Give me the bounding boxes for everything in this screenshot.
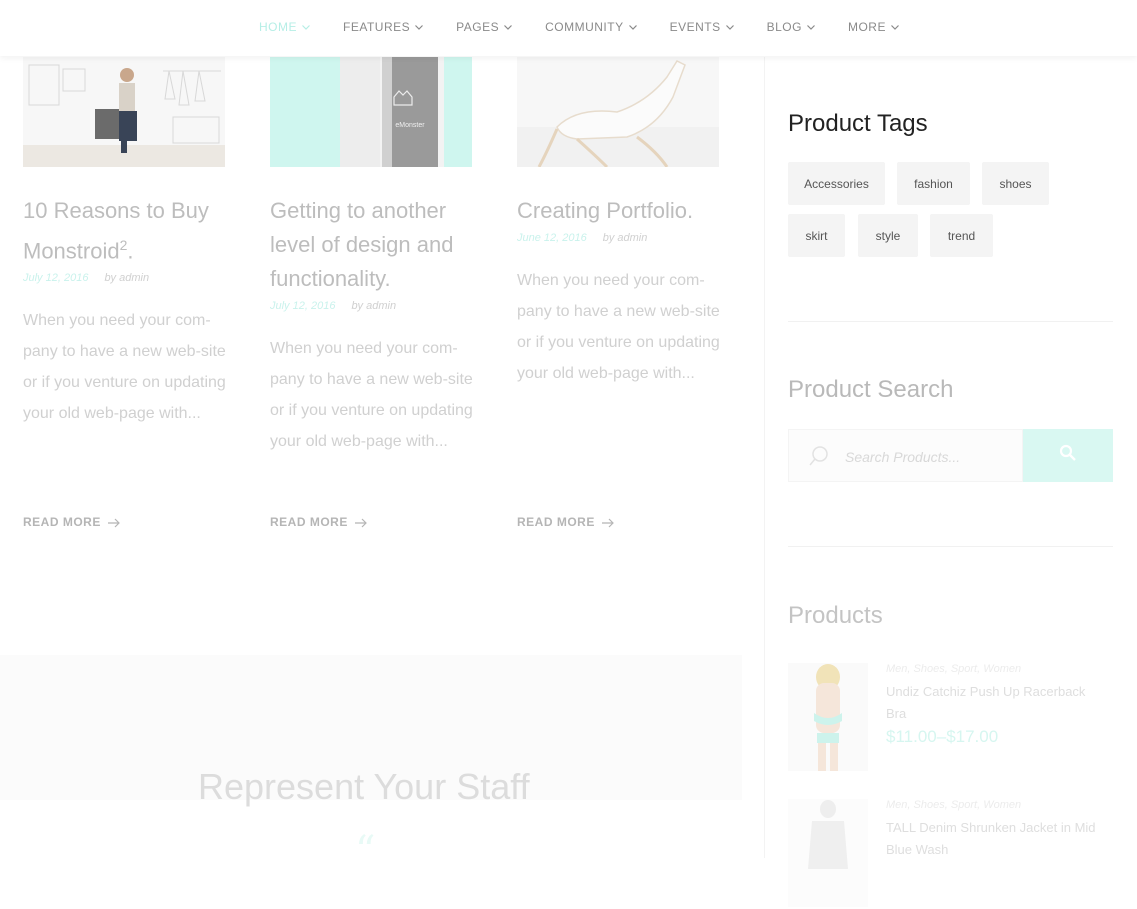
blog-post-card: eMonster Getting to another level of des… bbox=[270, 57, 475, 457]
sidebar-separator bbox=[788, 321, 1113, 322]
post-date[interactable]: June 12, 2016 bbox=[517, 232, 587, 244]
nav-label: BLOG bbox=[766, 20, 802, 34]
chevron-down-icon bbox=[628, 22, 638, 32]
nav-item-features[interactable]: FEATURES bbox=[343, 20, 424, 34]
search-icon bbox=[1059, 444, 1077, 467]
chevron-down-icon bbox=[890, 22, 900, 32]
chevron-down-icon bbox=[806, 22, 816, 32]
nav-label: FEATURES bbox=[343, 20, 411, 34]
search-input[interactable] bbox=[843, 444, 1017, 470]
sidebar-separator bbox=[788, 546, 1113, 547]
post-title[interactable]: Getting to another level of design and f… bbox=[270, 194, 475, 296]
nav-label: PAGES bbox=[456, 20, 500, 34]
tag-trend[interactable]: trend bbox=[930, 214, 993, 257]
nav-item-blog[interactable]: BLOG bbox=[767, 20, 816, 34]
post-author[interactable]: by admin bbox=[104, 272, 149, 284]
post-excerpt: When you need your com-pany to have a ne… bbox=[517, 272, 720, 382]
nav-menu: HOME FEATURES PAGES COMMUNITY EVENTS BLO… bbox=[259, 20, 932, 34]
nav-label: EVENTS bbox=[669, 20, 721, 34]
nav-item-home[interactable]: HOME bbox=[259, 20, 311, 34]
quote-icon: “ bbox=[355, 828, 376, 874]
post-date[interactable]: July 12, 2016 bbox=[23, 272, 88, 284]
post-excerpt: When you need your com-pany to have a ne… bbox=[23, 312, 226, 423]
post-thumbnail-image[interactable] bbox=[517, 57, 719, 167]
tag-fashion[interactable]: fashion bbox=[897, 162, 970, 205]
post-date[interactable]: July 12, 2016 bbox=[270, 300, 335, 312]
chevron-down-icon bbox=[414, 22, 424, 32]
product-tags-title: Product Tags bbox=[788, 110, 928, 137]
chevron-down-icon bbox=[301, 22, 311, 32]
read-more-label: READ MORE bbox=[270, 515, 348, 529]
tag-skirt[interactable]: skirt bbox=[788, 214, 845, 257]
product-categories[interactable]: Men, Shoes, Sport, Women bbox=[886, 663, 1021, 675]
product-search-box bbox=[788, 429, 1023, 482]
products-title: Products bbox=[788, 602, 883, 629]
read-more-link[interactable]: READ MORE bbox=[270, 515, 368, 529]
nav-item-events[interactable]: EVENTS bbox=[670, 20, 735, 34]
blog-post-card: 10 Reasons to Buy Monstroid2. July 12, 2… bbox=[23, 57, 228, 429]
read-more-link[interactable]: READ MORE bbox=[517, 515, 615, 529]
arrow-right-icon bbox=[601, 517, 615, 528]
product-name[interactable]: TALL Denim Shrunken Jacket in Mid Blue W… bbox=[886, 817, 1106, 861]
tag-style[interactable]: style bbox=[858, 214, 918, 257]
tag-accessories[interactable]: Accessories bbox=[788, 162, 885, 205]
nav-item-more[interactable]: MORE bbox=[848, 20, 900, 34]
staff-section-title: Represent Your Staff bbox=[198, 766, 530, 807]
post-thumbnail-image[interactable]: eMonster bbox=[270, 57, 472, 167]
search-icon bbox=[809, 445, 831, 467]
post-title-text[interactable]: 10 Reasons to Buy Monstroid bbox=[23, 198, 209, 263]
product-image[interactable] bbox=[788, 799, 868, 907]
arrow-right-icon bbox=[354, 517, 368, 528]
arrow-right-icon bbox=[107, 517, 121, 528]
post-title[interactable]: 10 Reasons to Buy Monstroid2. bbox=[23, 194, 228, 268]
product-categories[interactable]: Men, Shoes, Sport, Women bbox=[886, 799, 1021, 811]
product-image[interactable] bbox=[788, 663, 868, 771]
nav-label: MORE bbox=[847, 20, 886, 34]
post-meta: June 12, 2016 by admin bbox=[517, 232, 722, 244]
nav-label: HOME bbox=[259, 20, 297, 34]
blog-post-card: Creating Portfolio. June 12, 2016 by adm… bbox=[517, 57, 722, 389]
post-author[interactable]: by admin bbox=[603, 232, 648, 244]
product-item: Men, Shoes, Sport, Women TALL Denim Shru… bbox=[788, 799, 1118, 909]
chevron-down-icon bbox=[503, 22, 513, 32]
top-navigation: HOME FEATURES PAGES COMMUNITY EVENTS BLO… bbox=[0, 0, 1137, 56]
post-excerpt: When you need your com-pany to have a ne… bbox=[270, 340, 473, 450]
tag-shoes[interactable]: shoes bbox=[982, 162, 1049, 205]
product-item: Men, Shoes, Sport, Women Undiz Catchiz P… bbox=[788, 663, 1118, 773]
post-title[interactable]: Creating Portfolio. bbox=[517, 194, 722, 228]
search-button[interactable] bbox=[1023, 429, 1113, 482]
product-price: $11.00–$17.00 bbox=[886, 727, 999, 746]
post-meta: July 12, 2016 by admin bbox=[23, 272, 228, 284]
post-title-tail: . bbox=[127, 238, 134, 264]
post-author[interactable]: by admin bbox=[351, 300, 396, 312]
product-name[interactable]: Undiz Catchiz Push Up Racerback Bra bbox=[886, 681, 1106, 725]
nav-label: COMMUNITY bbox=[545, 20, 624, 34]
product-search-title: Product Search bbox=[788, 376, 954, 403]
thumbnail-logo-text: eMonster bbox=[395, 122, 425, 129]
sidebar-divider bbox=[764, 57, 765, 858]
read-more-link[interactable]: READ MORE bbox=[23, 515, 121, 529]
nav-item-pages[interactable]: PAGES bbox=[456, 20, 513, 34]
nav-item-community[interactable]: COMMUNITY bbox=[545, 20, 638, 34]
read-more-label: READ MORE bbox=[23, 515, 101, 529]
post-thumbnail-image[interactable] bbox=[23, 57, 225, 167]
post-meta: July 12, 2016 by admin bbox=[270, 300, 475, 312]
chevron-down-icon bbox=[725, 22, 735, 32]
read-more-label: READ MORE bbox=[517, 515, 595, 529]
